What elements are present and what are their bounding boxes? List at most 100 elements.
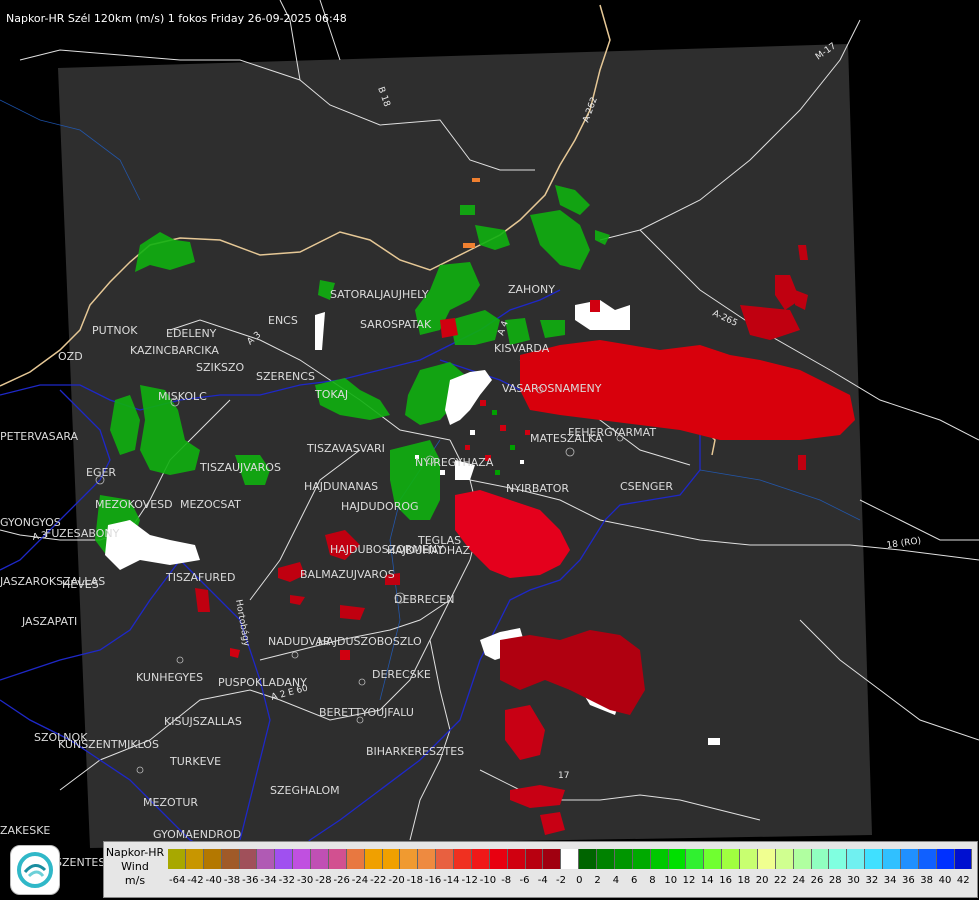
legend-tick-label: -14 bbox=[443, 875, 460, 886]
legend-swatch bbox=[883, 849, 901, 869]
place-label: SZIKSZO bbox=[196, 361, 244, 374]
place-label: TOKAJ bbox=[314, 388, 348, 401]
legend-swatch bbox=[471, 849, 490, 869]
legend-tick-label: -24 bbox=[351, 875, 369, 886]
legend-swatch bbox=[829, 849, 848, 869]
legend-swatch bbox=[257, 849, 276, 869]
place-label: MISKOLC bbox=[158, 390, 207, 403]
legend-swatch bbox=[400, 849, 419, 869]
legend-swatch bbox=[686, 849, 705, 869]
legend-tick-label: 14 bbox=[700, 875, 714, 886]
legend-tick-label: -10 bbox=[479, 875, 497, 886]
legend-tick-label: -64 bbox=[168, 875, 186, 886]
legend-swatch bbox=[454, 849, 472, 869]
legend-tick-label: -34 bbox=[260, 875, 277, 886]
place-label: PETERVASARA bbox=[0, 430, 79, 443]
legend-tick-label: 18 bbox=[737, 875, 751, 886]
place-label: EGER bbox=[86, 466, 116, 479]
legend-tick-label: 28 bbox=[828, 875, 842, 886]
legend-swatch bbox=[418, 849, 437, 869]
place-label: ZAKESKE bbox=[0, 824, 50, 837]
place-label: GYOMAENDROD bbox=[153, 828, 241, 841]
legend-swatch bbox=[489, 849, 508, 869]
road-label: 17 bbox=[558, 771, 569, 781]
place-label: GYONGYOS bbox=[0, 516, 61, 529]
legend-tick-label: -42 bbox=[187, 875, 204, 886]
place-label: KUNSZENTMIKLOS bbox=[58, 738, 159, 751]
legend-tick-label: 8 bbox=[649, 875, 656, 886]
place-label: MEZOKOVESD bbox=[95, 498, 173, 511]
legend-title: Napkor-HR Wind m/s bbox=[104, 846, 166, 888]
legend-title-line: Napkor-HR bbox=[105, 846, 165, 859]
napkor-logo-icon bbox=[10, 845, 60, 895]
place-label: TISZAUJVAROS bbox=[199, 461, 281, 474]
color-legend: Napkor-HR Wind m/s -64 -42 -40 -38 -36 -34 -32… bbox=[103, 841, 978, 898]
legend-swatch bbox=[954, 849, 973, 869]
legend-tick-label: -22 bbox=[370, 875, 387, 886]
legend-tick-label: 30 bbox=[847, 875, 860, 886]
legend-tick-label: -6 bbox=[519, 875, 530, 886]
legend-tick-label: -40 bbox=[205, 875, 222, 886]
legend-ticks: -64 -42 -40 -38 -36 -34 -32 -30 -28 -26 -24 -22 -20-… bbox=[168, 875, 972, 889]
legend-swatch bbox=[346, 849, 365, 869]
legend-swatch bbox=[293, 849, 311, 869]
place-label: HAJDUDOROG bbox=[341, 500, 419, 513]
legend-swatch bbox=[221, 849, 240, 869]
legend-tick-label: 12 bbox=[682, 875, 696, 886]
legend-tick-label: 10 bbox=[664, 875, 678, 886]
legend-tick-label: -12 bbox=[461, 875, 478, 886]
legend-tick-label: -4 bbox=[537, 875, 548, 886]
legend-tick-label: 6 bbox=[630, 875, 638, 886]
place-label: SZEGHALOM bbox=[270, 784, 340, 797]
place-label: SAROSPATAK bbox=[360, 318, 432, 331]
legend-swatch bbox=[793, 849, 812, 869]
legend-tick-label: -8 bbox=[501, 875, 512, 886]
legend-tick-label: 40 bbox=[938, 875, 952, 886]
legend-tick-label: 2 bbox=[594, 875, 601, 886]
legend-tick-label: 38 bbox=[920, 875, 934, 886]
place-label: JASZAROKSZALLAS bbox=[0, 575, 105, 588]
legend-swatch bbox=[436, 849, 454, 869]
place-label: ENCS bbox=[268, 314, 298, 327]
legend-swatch bbox=[543, 849, 562, 869]
place-label: DEBRECEN bbox=[394, 593, 454, 606]
place-label: BALMAZUJVAROS bbox=[300, 568, 395, 581]
legend-swatch bbox=[275, 849, 294, 869]
legend-swatch bbox=[203, 849, 222, 869]
legend-swatch bbox=[668, 849, 687, 869]
legend-tick-label: -30 bbox=[296, 875, 314, 886]
legend-swatch bbox=[185, 849, 204, 869]
legend-tick-label: 0 bbox=[576, 875, 583, 886]
place-label: OZD bbox=[58, 350, 83, 363]
legend-swatch bbox=[382, 849, 401, 869]
place-label: KAZINCBARCIKA bbox=[130, 344, 219, 357]
legend-tick-label: 36 bbox=[902, 875, 915, 886]
place-label: HAJDUSZOBOSZLO bbox=[318, 635, 422, 648]
legend-swatch bbox=[847, 849, 866, 869]
place-label: TURKEVE bbox=[169, 755, 221, 768]
legend-tick-label: 20 bbox=[755, 875, 769, 886]
place-label: MATESZALKA bbox=[530, 432, 603, 445]
legend-tick-label: -18 bbox=[406, 875, 423, 886]
legend-swatch bbox=[364, 849, 383, 869]
legend-title-line: Wind bbox=[121, 860, 149, 873]
legend-swatch bbox=[311, 849, 329, 869]
place-label: BIHARKERESZTES bbox=[366, 745, 464, 758]
legend-swatch bbox=[936, 849, 955, 869]
legend-swatch bbox=[579, 849, 597, 869]
legend-tick-label: 22 bbox=[774, 875, 787, 886]
legend-swatch bbox=[561, 849, 580, 869]
legend-tick-label: 24 bbox=[792, 875, 806, 886]
place-label: KUNHEGYES bbox=[136, 671, 203, 684]
place-label: TISZAVASVARI bbox=[306, 442, 385, 455]
legend-swatch bbox=[614, 849, 633, 869]
place-label: PUTNOK bbox=[92, 324, 138, 337]
place-label: EDELENY bbox=[166, 327, 217, 340]
legend-swatch bbox=[740, 849, 758, 869]
legend-swatch bbox=[632, 849, 651, 869]
legend-swatch bbox=[650, 849, 669, 869]
legend-tick-label: -16 bbox=[424, 875, 442, 886]
place-label: SZENTES bbox=[55, 856, 105, 869]
legend-tick-label: -26 bbox=[333, 875, 350, 886]
legend-swatch bbox=[525, 849, 544, 869]
